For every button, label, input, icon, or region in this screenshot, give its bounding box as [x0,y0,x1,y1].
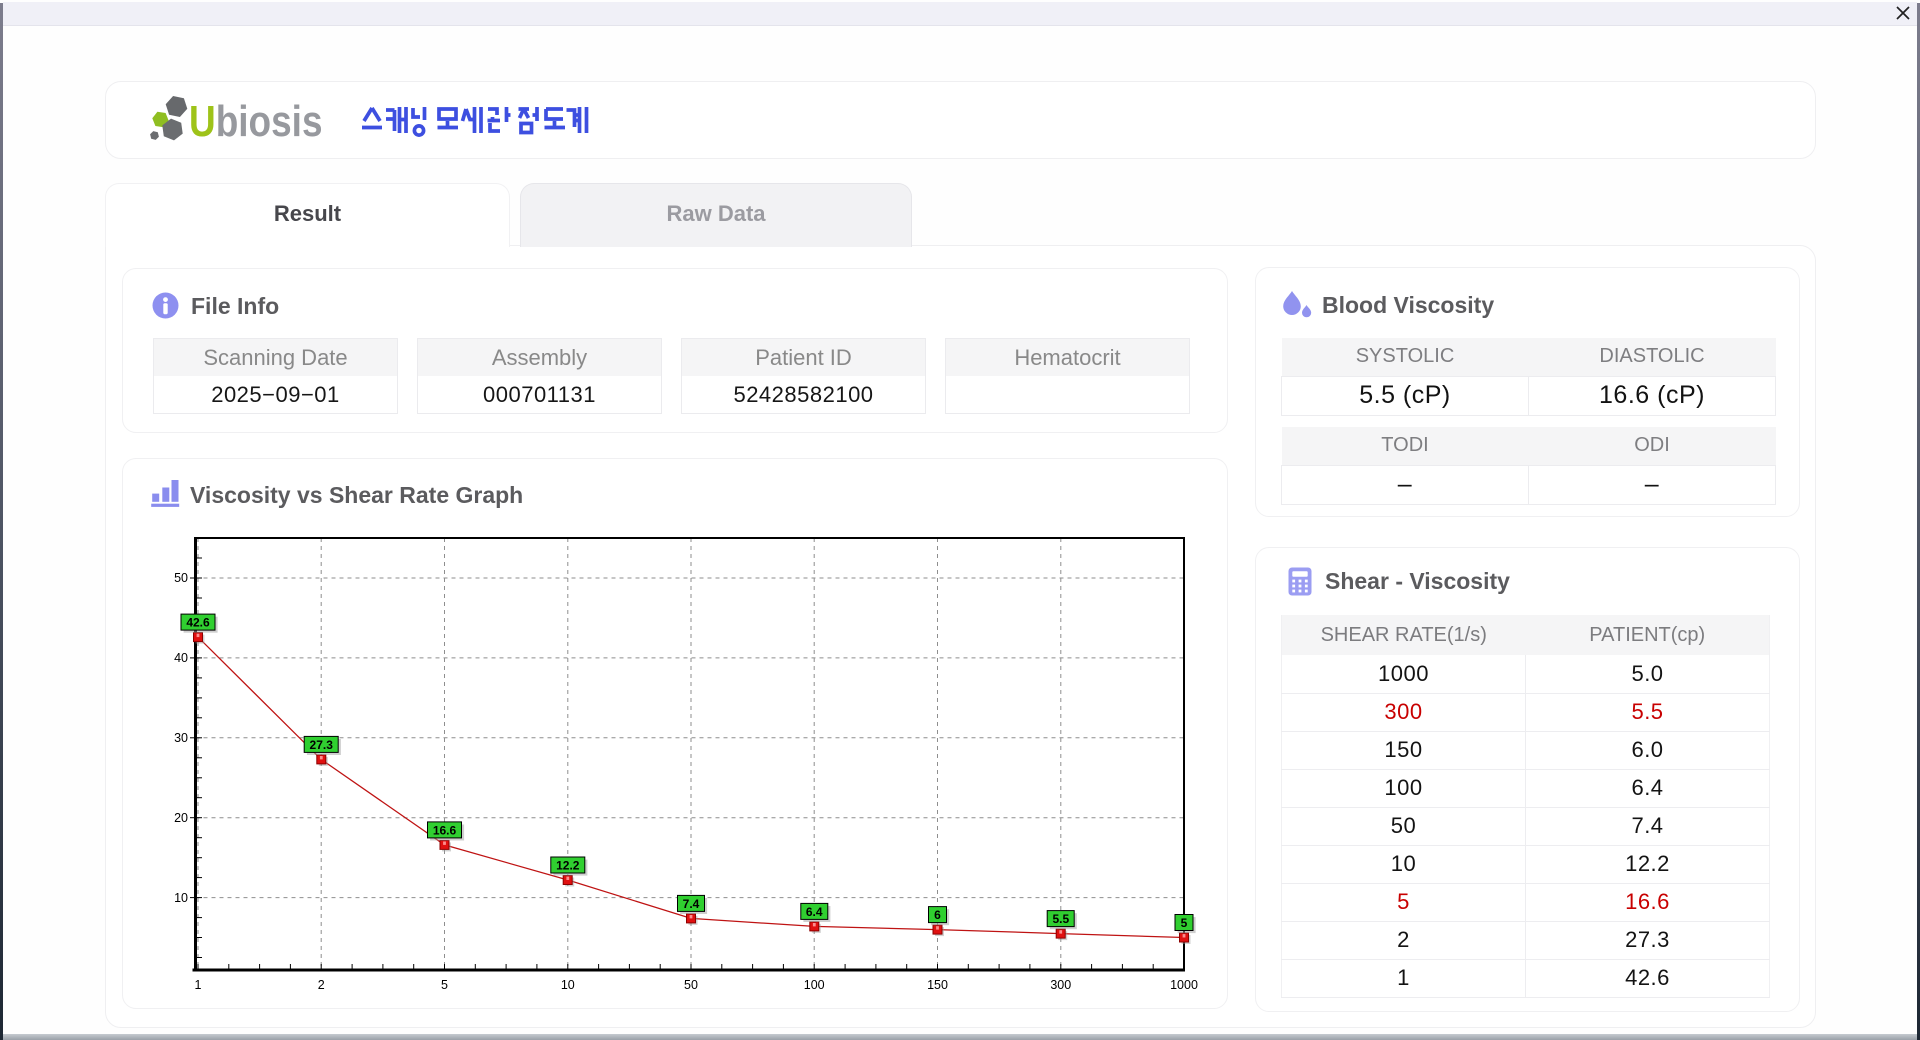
svg-text:300: 300 [1050,978,1071,992]
svg-text:30: 30 [174,731,188,745]
svg-text:20: 20 [174,811,188,825]
svg-text:12.2: 12.2 [556,859,580,873]
svg-text:50: 50 [174,571,188,585]
svg-text:5: 5 [1181,916,1188,930]
svg-text:27.3: 27.3 [310,738,334,752]
svg-text:42.6: 42.6 [186,616,210,630]
svg-text:2: 2 [318,978,325,992]
svg-text:16.6: 16.6 [433,824,457,838]
svg-text:5.5: 5.5 [1052,912,1069,926]
svg-text:150: 150 [927,978,948,992]
svg-text:6: 6 [934,908,941,922]
svg-text:6.4: 6.4 [806,905,823,919]
svg-text:10: 10 [561,978,575,992]
svg-text:50: 50 [684,978,698,992]
svg-text:40: 40 [174,651,188,665]
svg-text:7.4: 7.4 [683,897,700,911]
svg-text:10: 10 [174,891,188,905]
svg-text:1: 1 [195,978,202,992]
svg-text:100: 100 [804,978,825,992]
svg-text:1000: 1000 [1170,978,1198,992]
svg-text:5: 5 [441,978,448,992]
